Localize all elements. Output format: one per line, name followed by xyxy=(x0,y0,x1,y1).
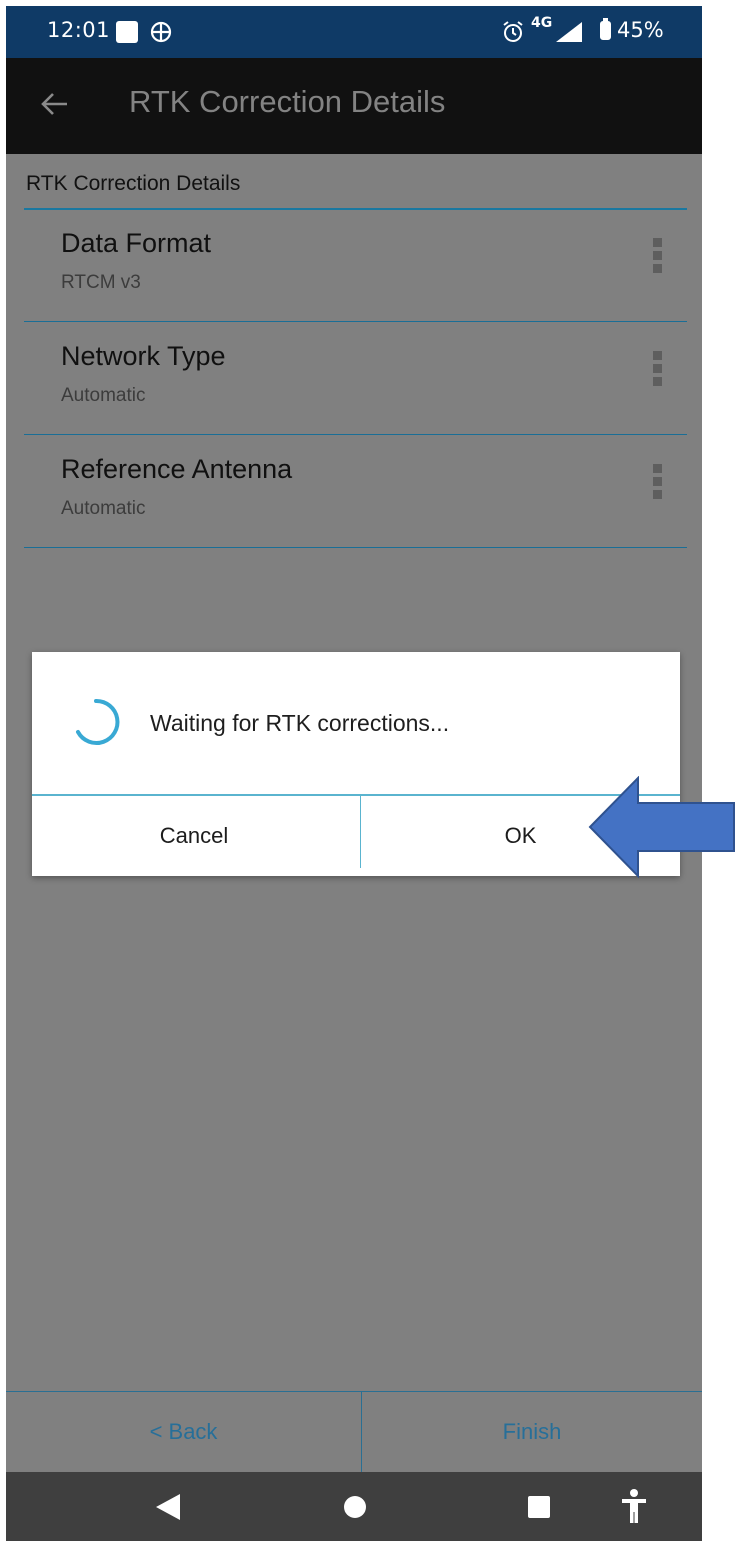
nav-back-icon[interactable] xyxy=(156,1494,180,1520)
more-vert-icon[interactable] xyxy=(653,464,662,503)
item-label: Data Format xyxy=(61,228,212,258)
cancel-button[interactable]: Cancel xyxy=(32,796,356,876)
annotation-arrow-icon xyxy=(588,776,735,878)
network-type: 4G xyxy=(531,15,553,31)
gps-target-icon xyxy=(150,21,172,43)
list-item-network-type[interactable]: Network Type Automatic xyxy=(24,323,687,435)
back-button[interactable]: < Back xyxy=(6,1402,361,1462)
waiting-dialog: Waiting for RTK corrections... Cancel OK xyxy=(32,652,680,876)
signal-icon xyxy=(556,22,582,42)
back-arrow-icon[interactable] xyxy=(40,92,68,116)
page-title: RTK Correction Details xyxy=(129,84,446,119)
item-label: Network Type xyxy=(61,341,226,371)
item-value: RTCM v3 xyxy=(61,272,141,293)
status-time: 12:01 xyxy=(47,18,111,42)
item-value: Automatic xyxy=(61,498,146,519)
item-value: Automatic xyxy=(61,385,146,406)
app-screen: 12:01 4G 45% RTK Correction Details RTK … xyxy=(6,6,702,1541)
item-divider xyxy=(24,434,687,435)
list-item-reference-antenna[interactable]: Reference Antenna Automatic xyxy=(24,436,687,548)
nav-recents-icon[interactable] xyxy=(528,1496,550,1518)
battery-icon xyxy=(600,18,611,40)
alarm-icon xyxy=(503,21,523,42)
nav-home-icon[interactable] xyxy=(344,1496,366,1518)
finish-button[interactable]: Finish xyxy=(362,1402,702,1462)
stop-square-icon xyxy=(116,21,138,43)
list-item-data-format[interactable]: Data Format RTCM v3 xyxy=(24,210,687,322)
battery-level: 45% xyxy=(617,18,664,42)
loading-spinner-icon xyxy=(76,698,120,745)
system-nav-bar xyxy=(6,1472,702,1541)
section-header: RTK Correction Details xyxy=(26,172,241,195)
accessibility-icon[interactable] xyxy=(621,1488,647,1524)
item-divider xyxy=(24,321,687,322)
more-vert-icon[interactable] xyxy=(653,238,662,277)
status-bar: 12:01 4G 45% xyxy=(6,6,702,58)
item-divider xyxy=(24,547,687,548)
dialog-message: Waiting for RTK corrections... xyxy=(150,710,450,736)
footer-divider xyxy=(6,1391,702,1392)
item-label: Reference Antenna xyxy=(61,454,293,484)
more-vert-icon[interactable] xyxy=(653,351,662,390)
app-bar: RTK Correction Details xyxy=(6,58,702,154)
